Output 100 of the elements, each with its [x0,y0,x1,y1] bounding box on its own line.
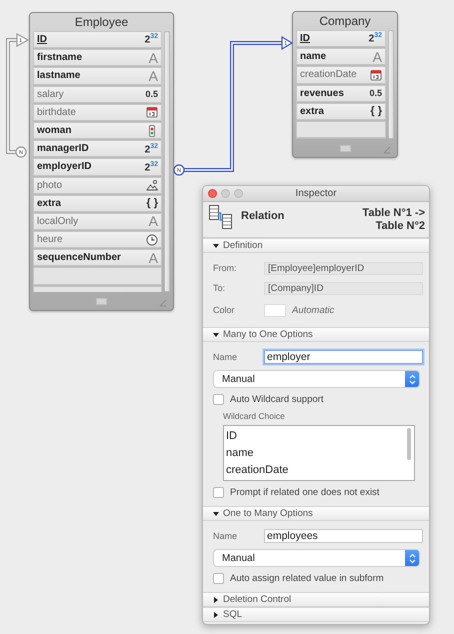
section-header[interactable]: SQL [203,607,429,622]
field-row[interactable]: ID 2$^{32}$ [296,30,386,48]
field-type-label: 0.5 [369,88,382,98]
section-header[interactable]: Deletion Control [203,592,429,607]
traffic-light-icon [146,124,158,137]
section-header[interactable]: Many to One Options [203,327,429,342]
field-name: managerID [37,143,89,154]
calendar-icon [146,106,158,118]
field-row[interactable]: sequenceNumber A [33,249,162,266]
section-header[interactable]: Definition [203,238,429,253]
field-row[interactable]: revenues 0.5 [296,84,386,102]
inspector-heading: Relation [241,210,284,222]
checkbox[interactable] [213,573,224,584]
checkbox-label: Prompt if related one does not exist [230,487,380,498]
field-name: employerID [37,161,92,172]
name-field[interactable]: employer [264,350,423,364]
checkbox[interactable] [213,487,224,498]
field-name: name [300,51,326,62]
field-row[interactable]: extra { } [296,102,386,120]
field-name: revenues [300,88,344,99]
empty-field-row[interactable] [33,267,162,285]
window-title: Inspector [295,188,337,199]
field-type-label: { } [146,198,158,209]
color-swatch[interactable] [264,304,286,316]
relation-line[interactable] [6,38,17,154]
field-row[interactable]: lastname A [33,67,162,85]
field-name: woman [37,125,72,136]
table-title: Company [318,13,372,30]
popup-button[interactable]: Manual [213,370,420,388]
field-type-label: 2$^{32}$ [144,160,158,174]
field-type-label: A [372,50,382,64]
resize-handle-icon[interactable] [340,144,350,152]
field-name: ID [37,34,47,46]
field-type-label: A [148,214,158,228]
field-row[interactable]: creationDate [296,66,386,84]
name-field[interactable]: employees [264,529,423,543]
field-type-label: 2$^{32}$ [144,142,158,155]
resize-grip-icon[interactable] [383,146,391,154]
checkbox[interactable] [213,394,224,405]
field-name: photo [37,180,62,191]
field-row[interactable]: name A [296,48,386,66]
field-row[interactable]: birthdate [33,104,162,121]
field-name: localOnly [37,216,78,227]
field-row[interactable]: salary 0.5 [33,86,162,103]
scrollbar[interactable] [388,30,394,139]
field-row[interactable]: managerID 2$^{32}$ [33,140,162,158]
field-name: salary [37,88,64,100]
field-name: lastname [37,70,80,82]
field-type-label: 2$^{32}$ [144,33,158,46]
field-type-label: A [148,50,158,65]
chevron-icon [408,552,416,564]
field-row[interactable]: heure [33,231,162,248]
field-row[interactable]: employerID 2$^{32}$ [33,158,162,176]
field-name: firstname [37,52,82,64]
picture-icon [146,179,158,192]
field-type-label: A [148,250,158,265]
field-row[interactable]: firstname A [33,49,162,66]
scrollbar[interactable] [164,31,170,292]
section-header[interactable]: One to Many Options [203,506,429,521]
field-name: extra [37,198,61,209]
color-note: Automatic [292,304,334,316]
close-button[interactable] [208,188,217,198]
resize-handle-icon[interactable] [96,298,107,304]
field-label: Name [213,531,238,541]
popup-button[interactable]: Manual [213,549,420,567]
field-type-label: A [148,68,158,83]
field-name: creationDate [300,69,357,80]
chevron-icon [408,374,416,384]
checkbox-label: Auto assign related value in subform [230,573,384,584]
field-label: Color [213,305,236,315]
table-title: Employee [74,14,130,31]
resize-grip-icon[interactable] [159,299,167,307]
field-name: ID [300,33,310,44]
relation-line[interactable] [184,41,282,172]
relation-icon [209,205,233,229]
scroll-thumb[interactable] [407,428,411,460]
field-type-label: { } [370,106,382,117]
list-item[interactable]: ID [226,429,400,443]
field-label: From: [213,263,238,273]
readonly-field: [Employee]employerID [264,262,423,274]
field-label: Name [213,352,238,362]
calendar-icon [370,68,382,81]
field-type-label: 2$^{32}$ [368,32,382,45]
list-item[interactable]: creationDate [226,463,400,477]
field-type-label: 0.5 [145,90,158,99]
clock-icon [146,234,158,246]
field-row[interactable]: woman [33,122,162,140]
relation-tables: Table N°1 -> Table N°2 [292,207,425,233]
list-item[interactable]: name [226,446,400,460]
field-row[interactable]: extra { } [33,194,162,212]
empty-field-row[interactable] [296,120,386,138]
field-label: To: [213,283,226,293]
checkbox-label: Auto Wildcard support [230,394,324,405]
list-label: Wildcard Choice [222,411,286,421]
field-name: extra [300,106,324,117]
field-row[interactable]: photo [33,176,162,194]
field-row[interactable]: localOnly A [33,212,162,230]
field-row[interactable]: ID 2$^{32}$ [33,31,162,48]
field-name: birthdate [37,106,76,118]
field-name: sequenceNumber [37,252,121,264]
